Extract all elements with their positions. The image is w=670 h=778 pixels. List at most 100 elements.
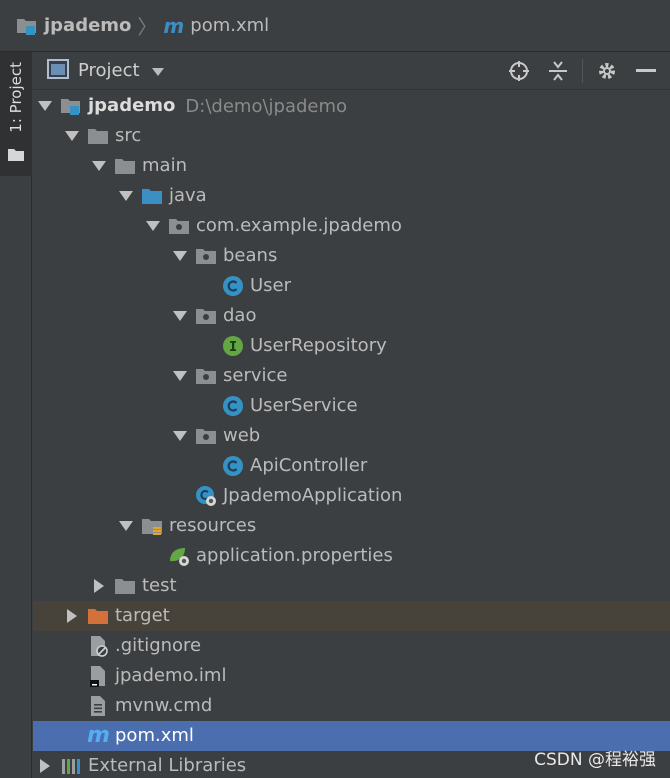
- expanded-arrow-icon[interactable]: [171, 361, 189, 391]
- folder-icon: [87, 125, 109, 147]
- folder-icon: [114, 575, 136, 597]
- tree-item-label: mvnw.cmd: [115, 695, 213, 716]
- tree-item-label: beans: [223, 245, 278, 266]
- resources-folder-icon: [141, 515, 163, 537]
- tree-item-user-service[interactable]: UserService: [33, 391, 670, 421]
- collapse-all-icon[interactable]: [543, 56, 573, 86]
- tree-item-dao[interactable]: dao: [33, 301, 670, 331]
- maven-icon: m: [163, 13, 185, 38]
- tree-item-resources[interactable]: resources: [33, 511, 670, 541]
- expanded-arrow-icon[interactable]: [117, 511, 135, 541]
- chevron-down-icon[interactable]: [151, 61, 164, 80]
- tool-window-strip: 1: Project: [0, 52, 32, 778]
- project-panel-header: Project: [33, 52, 670, 90]
- folder-icon: [8, 146, 24, 165]
- tree-item-beans[interactable]: beans: [33, 241, 670, 271]
- tree-item-label: External Libraries: [88, 755, 247, 776]
- tree-item-label: application.properties: [196, 545, 393, 566]
- tree-item-target[interactable]: target: [33, 601, 670, 631]
- spring-boot-class-icon: [195, 485, 217, 507]
- tree-item-label: JpademoApplication: [223, 485, 403, 506]
- package-icon: [195, 245, 217, 267]
- collapsed-arrow-icon[interactable]: [90, 571, 108, 601]
- tree-item-label: target: [115, 605, 170, 626]
- folder-icon: [114, 155, 136, 177]
- tree-item-label: com.example.jpademo: [196, 215, 402, 236]
- project-tree: jpademo D:\demo\jpademo src main java co…: [33, 91, 670, 778]
- tree-item-label: ApiController: [250, 455, 368, 476]
- tree-item-label: User: [250, 275, 292, 296]
- expanded-arrow-icon[interactable]: [171, 241, 189, 271]
- breadcrumb-project[interactable]: jpademo: [16, 15, 131, 37]
- expanded-arrow-icon[interactable]: [171, 301, 189, 331]
- tree-item-web[interactable]: web: [33, 421, 670, 451]
- spring-properties-icon: [168, 545, 190, 567]
- class-icon: [222, 395, 244, 417]
- locate-icon[interactable]: [504, 56, 534, 86]
- tree-item-user[interactable]: User: [33, 271, 670, 301]
- module-folder-icon: [60, 95, 82, 117]
- project-view-icon: [47, 58, 69, 83]
- tree-item-label: java: [169, 185, 207, 206]
- tree-item-label: dao: [223, 305, 257, 326]
- tree-item-java[interactable]: java: [33, 181, 670, 211]
- text-file-icon: [87, 695, 109, 717]
- module-file-icon: [87, 665, 109, 687]
- tree-item-label: web: [223, 425, 261, 446]
- gear-icon[interactable]: [592, 56, 622, 86]
- module-folder-icon: [16, 15, 38, 37]
- expanded-arrow-icon[interactable]: [63, 121, 81, 151]
- tree-item-main[interactable]: main: [33, 151, 670, 181]
- tree-item-label: service: [223, 365, 288, 386]
- tree-item-jpademo-application[interactable]: JpademoApplication: [33, 481, 670, 511]
- breadcrumb-file-label: pom.xml: [190, 15, 270, 36]
- tree-item-label: UserRepository: [250, 335, 387, 356]
- tree-item-jpademo-iml[interactable]: jpademo.iml: [33, 661, 670, 691]
- tree-item-label: main: [142, 155, 187, 176]
- expanded-arrow-icon[interactable]: [36, 91, 54, 121]
- tree-item-label: .gitignore: [115, 635, 202, 656]
- excluded-folder-icon: [87, 605, 109, 627]
- breadcrumb-project-label: jpademo: [44, 15, 132, 36]
- expanded-arrow-icon[interactable]: [144, 211, 162, 241]
- tree-item-label: src: [115, 125, 142, 146]
- tree-item-mvnw-cmd[interactable]: mvnw.cmd: [33, 691, 670, 721]
- tree-item-package-root[interactable]: com.example.jpademo: [33, 211, 670, 241]
- tree-item-label: jpademo: [88, 95, 176, 116]
- tree-item-label: resources: [169, 515, 257, 536]
- package-icon: [195, 305, 217, 327]
- watermark: CSDN @程裕强: [534, 750, 656, 770]
- project-tool-tab[interactable]: 1: Project: [0, 52, 32, 176]
- tree-item-src[interactable]: src: [33, 121, 670, 151]
- collapsed-arrow-icon[interactable]: [63, 601, 81, 631]
- expanded-arrow-icon[interactable]: [117, 181, 135, 211]
- tree-item-label: test: [142, 575, 177, 596]
- tree-item-label: jpademo.iml: [115, 665, 227, 686]
- tree-item-application-properties[interactable]: application.properties: [33, 541, 670, 571]
- expanded-arrow-icon[interactable]: [171, 421, 189, 451]
- collapsed-arrow-icon[interactable]: [36, 751, 54, 778]
- package-icon: [195, 365, 217, 387]
- tree-item-service[interactable]: service: [33, 361, 670, 391]
- class-icon: [222, 275, 244, 297]
- toolbar-divider: [582, 59, 583, 83]
- expanded-arrow-icon[interactable]: [90, 151, 108, 181]
- tree-item-test[interactable]: test: [33, 571, 670, 601]
- tree-item-jpademo[interactable]: jpademo D:\demo\jpademo: [33, 91, 670, 121]
- tree-item-label: UserService: [250, 395, 358, 416]
- class-icon: [222, 455, 244, 477]
- minimize-icon[interactable]: [631, 56, 661, 86]
- tree-item-path: D:\demo\jpademo: [185, 95, 348, 117]
- breadcrumb-file[interactable]: m pom.xml: [163, 14, 269, 38]
- tool-tab-text: 1: Project: [7, 62, 25, 133]
- project-view-title[interactable]: Project: [78, 60, 140, 81]
- source-folder-icon: [141, 185, 163, 207]
- library-icon: [60, 755, 82, 777]
- ignored-file-icon: [87, 635, 109, 657]
- interface-icon: [222, 335, 244, 357]
- tree-item-api-controller[interactable]: ApiController: [33, 451, 670, 481]
- maven-icon: m: [87, 723, 110, 748]
- breadcrumb-separator: 〉: [137, 15, 158, 39]
- tree-item-gitignore[interactable]: .gitignore: [33, 631, 670, 661]
- tree-item-user-repository[interactable]: UserRepository: [33, 331, 670, 361]
